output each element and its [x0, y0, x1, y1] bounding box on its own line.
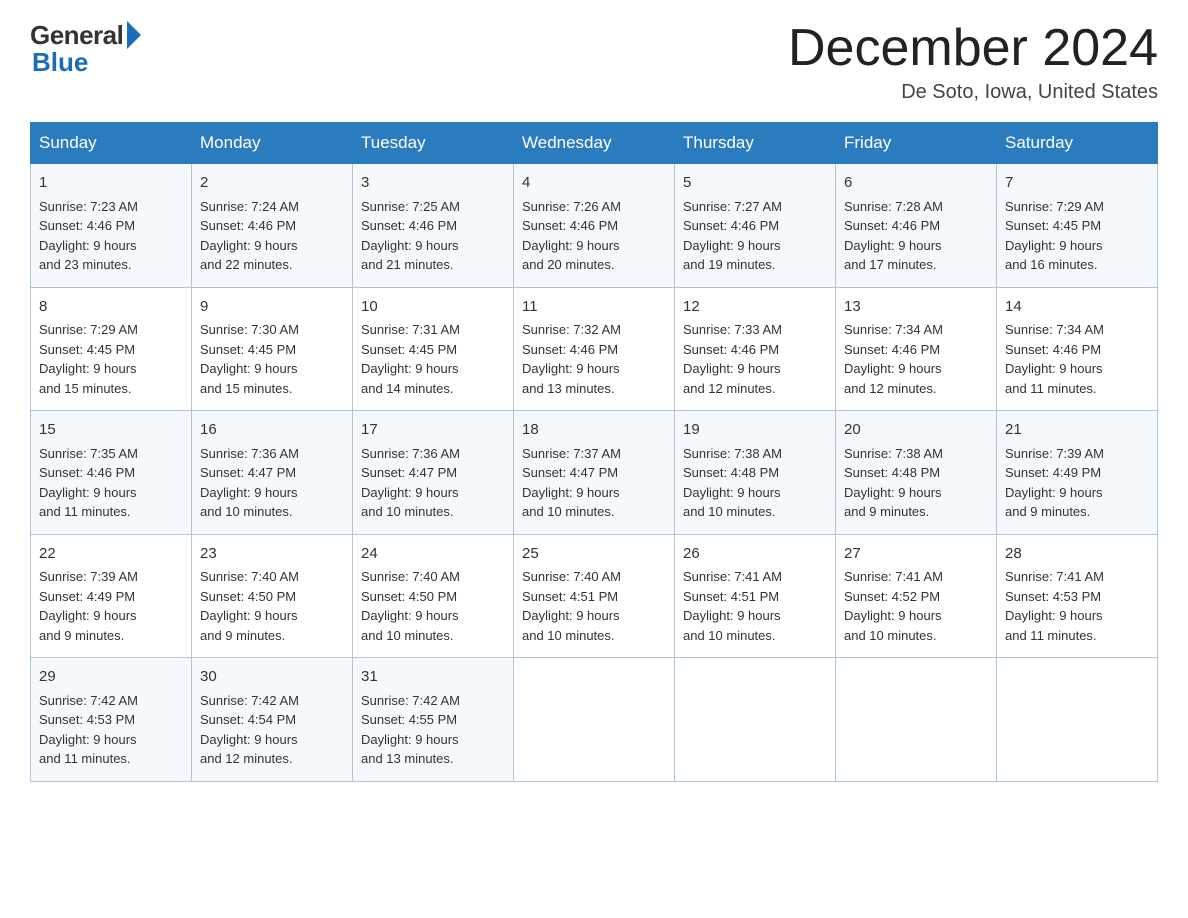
- calendar-cell: 11Sunrise: 7:32 AMSunset: 4:46 PMDayligh…: [514, 287, 675, 411]
- logo-arrow-icon: [127, 21, 141, 49]
- calendar-cell: 23Sunrise: 7:40 AMSunset: 4:50 PMDayligh…: [192, 534, 353, 658]
- calendar-cell: [675, 658, 836, 782]
- title-area: December 2024 De Soto, Iowa, United Stat…: [788, 20, 1158, 104]
- logo: General Blue: [30, 20, 141, 78]
- day-number: 10: [361, 296, 505, 319]
- day-number: 1: [39, 172, 183, 195]
- logo-blue-text: Blue: [32, 47, 88, 78]
- calendar-cell: 4Sunrise: 7:26 AMSunset: 4:46 PMDaylight…: [514, 164, 675, 288]
- day-number: 25: [522, 543, 666, 566]
- calendar-cell: 28Sunrise: 7:41 AMSunset: 4:53 PMDayligh…: [997, 534, 1158, 658]
- calendar-cell: 19Sunrise: 7:38 AMSunset: 4:48 PMDayligh…: [675, 411, 836, 535]
- day-number: 8: [39, 296, 183, 319]
- calendar-week-row: 15Sunrise: 7:35 AMSunset: 4:46 PMDayligh…: [31, 411, 1158, 535]
- location-text: De Soto, Iowa, United States: [788, 81, 1158, 104]
- day-number: 17: [361, 419, 505, 442]
- day-number: 2: [200, 172, 344, 195]
- month-title: December 2024: [788, 20, 1158, 77]
- calendar-cell: 6Sunrise: 7:28 AMSunset: 4:46 PMDaylight…: [836, 164, 997, 288]
- calendar-cell: 5Sunrise: 7:27 AMSunset: 4:46 PMDaylight…: [675, 164, 836, 288]
- calendar-cell: 21Sunrise: 7:39 AMSunset: 4:49 PMDayligh…: [997, 411, 1158, 535]
- day-number: 19: [683, 419, 827, 442]
- day-number: 22: [39, 543, 183, 566]
- calendar-table: Sunday Monday Tuesday Wednesday Thursday…: [30, 122, 1158, 782]
- day-number: 21: [1005, 419, 1149, 442]
- day-number: 18: [522, 419, 666, 442]
- calendar-cell: [997, 658, 1158, 782]
- day-number: 12: [683, 296, 827, 319]
- day-number: 16: [200, 419, 344, 442]
- col-thursday: Thursday: [675, 123, 836, 164]
- calendar-cell: 10Sunrise: 7:31 AMSunset: 4:45 PMDayligh…: [353, 287, 514, 411]
- calendar-cell: 16Sunrise: 7:36 AMSunset: 4:47 PMDayligh…: [192, 411, 353, 535]
- page-header: General Blue December 2024 De Soto, Iowa…: [30, 20, 1158, 104]
- col-tuesday: Tuesday: [353, 123, 514, 164]
- day-number: 24: [361, 543, 505, 566]
- day-number: 6: [844, 172, 988, 195]
- day-number: 7: [1005, 172, 1149, 195]
- calendar-cell: 3Sunrise: 7:25 AMSunset: 4:46 PMDaylight…: [353, 164, 514, 288]
- calendar-cell: 1Sunrise: 7:23 AMSunset: 4:46 PMDaylight…: [31, 164, 192, 288]
- col-saturday: Saturday: [997, 123, 1158, 164]
- day-number: 15: [39, 419, 183, 442]
- calendar-cell: 12Sunrise: 7:33 AMSunset: 4:46 PMDayligh…: [675, 287, 836, 411]
- day-number: 30: [200, 666, 344, 689]
- day-number: 5: [683, 172, 827, 195]
- day-number: 9: [200, 296, 344, 319]
- calendar-cell: 25Sunrise: 7:40 AMSunset: 4:51 PMDayligh…: [514, 534, 675, 658]
- calendar-week-row: 8Sunrise: 7:29 AMSunset: 4:45 PMDaylight…: [31, 287, 1158, 411]
- calendar-cell: 17Sunrise: 7:36 AMSunset: 4:47 PMDayligh…: [353, 411, 514, 535]
- day-number: 13: [844, 296, 988, 319]
- calendar-cell: 30Sunrise: 7:42 AMSunset: 4:54 PMDayligh…: [192, 658, 353, 782]
- calendar-cell: 26Sunrise: 7:41 AMSunset: 4:51 PMDayligh…: [675, 534, 836, 658]
- calendar-cell: 29Sunrise: 7:42 AMSunset: 4:53 PMDayligh…: [31, 658, 192, 782]
- calendar-week-row: 29Sunrise: 7:42 AMSunset: 4:53 PMDayligh…: [31, 658, 1158, 782]
- calendar-cell: 9Sunrise: 7:30 AMSunset: 4:45 PMDaylight…: [192, 287, 353, 411]
- day-number: 14: [1005, 296, 1149, 319]
- day-number: 26: [683, 543, 827, 566]
- calendar-cell: [514, 658, 675, 782]
- calendar-cell: 8Sunrise: 7:29 AMSunset: 4:45 PMDaylight…: [31, 287, 192, 411]
- day-number: 31: [361, 666, 505, 689]
- day-number: 4: [522, 172, 666, 195]
- col-sunday: Sunday: [31, 123, 192, 164]
- day-number: 27: [844, 543, 988, 566]
- calendar-cell: 7Sunrise: 7:29 AMSunset: 4:45 PMDaylight…: [997, 164, 1158, 288]
- calendar-cell: 22Sunrise: 7:39 AMSunset: 4:49 PMDayligh…: [31, 534, 192, 658]
- day-number: 11: [522, 296, 666, 319]
- day-number: 28: [1005, 543, 1149, 566]
- day-number: 23: [200, 543, 344, 566]
- calendar-cell: 15Sunrise: 7:35 AMSunset: 4:46 PMDayligh…: [31, 411, 192, 535]
- day-number: 20: [844, 419, 988, 442]
- calendar-cell: 14Sunrise: 7:34 AMSunset: 4:46 PMDayligh…: [997, 287, 1158, 411]
- day-number: 29: [39, 666, 183, 689]
- calendar-cell: 27Sunrise: 7:41 AMSunset: 4:52 PMDayligh…: [836, 534, 997, 658]
- col-monday: Monday: [192, 123, 353, 164]
- calendar-cell: 18Sunrise: 7:37 AMSunset: 4:47 PMDayligh…: [514, 411, 675, 535]
- calendar-week-row: 22Sunrise: 7:39 AMSunset: 4:49 PMDayligh…: [31, 534, 1158, 658]
- calendar-cell: 13Sunrise: 7:34 AMSunset: 4:46 PMDayligh…: [836, 287, 997, 411]
- calendar-cell: 24Sunrise: 7:40 AMSunset: 4:50 PMDayligh…: [353, 534, 514, 658]
- day-number: 3: [361, 172, 505, 195]
- col-friday: Friday: [836, 123, 997, 164]
- col-wednesday: Wednesday: [514, 123, 675, 164]
- calendar-header-row: Sunday Monday Tuesday Wednesday Thursday…: [31, 123, 1158, 164]
- calendar-cell: 2Sunrise: 7:24 AMSunset: 4:46 PMDaylight…: [192, 164, 353, 288]
- calendar-cell: 31Sunrise: 7:42 AMSunset: 4:55 PMDayligh…: [353, 658, 514, 782]
- calendar-cell: 20Sunrise: 7:38 AMSunset: 4:48 PMDayligh…: [836, 411, 997, 535]
- calendar-cell: [836, 658, 997, 782]
- calendar-week-row: 1Sunrise: 7:23 AMSunset: 4:46 PMDaylight…: [31, 164, 1158, 288]
